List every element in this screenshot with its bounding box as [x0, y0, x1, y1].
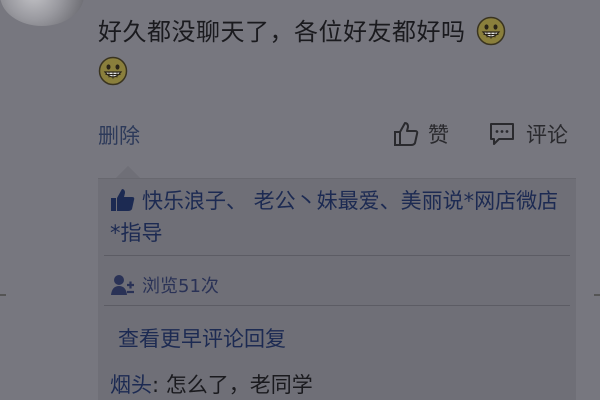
comment-separator: : [152, 373, 166, 397]
avatar[interactable] [0, 0, 84, 26]
detail-box-pointer [116, 166, 140, 178]
comment-label: 评论 [526, 123, 568, 147]
divider [104, 255, 570, 256]
grinning-face-emoji-icon [98, 56, 128, 86]
visitors-icon [111, 275, 134, 295]
liked-by-names: 快乐浪子、 老公丶妹最爱、美丽说*网店微店*指导 [110, 189, 559, 245]
comment-text: 怎么了，老同学 [165, 373, 313, 397]
liked-by-list[interactable]: 快乐浪子、 老公丶妹最爱、美丽说*网店微店*指导 [110, 185, 566, 249]
thumbs-up-icon [394, 122, 419, 146]
comment-author[interactable]: 烟头 [110, 373, 152, 397]
like-label: 赞 [428, 123, 449, 147]
comment-button[interactable]: 评论 [488, 118, 568, 150]
divider [104, 305, 570, 306]
like-button[interactable]: 赞 [392, 118, 449, 150]
post-emoji-line [98, 56, 128, 86]
edge-marker [0, 294, 6, 296]
post-action-row: 删除 赞 评论 [0, 116, 600, 152]
grinning-face-emoji-icon [476, 16, 505, 46]
post-text: 好久都没聊天了，各位好友都好吗 [98, 18, 466, 46]
comment-bubble-icon [490, 123, 514, 145]
view-count-label: 浏览51次 [142, 276, 219, 297]
thumbs-up-filled-icon [111, 189, 135, 211]
edge-marker [594, 294, 600, 296]
view-earlier-comments-link[interactable]: 查看更早评论回复 [118, 323, 286, 353]
screen: 好久都没聊天了，各位好友都好吗 删除 赞 评论 快乐浪子、 老公丶妹最爱、美丽说… [0, 0, 600, 400]
view-count: 浏览51次 [110, 271, 219, 299]
post-content: 好久都没聊天了，各位好友都好吗 [98, 14, 568, 50]
comment-item[interactable]: 烟头: 怎么了，老同学 [110, 369, 313, 399]
likes-and-comments-panel: 快乐浪子、 老公丶妹最爱、美丽说*网店微店*指导 浏览51次 查看更早评论回复 … [98, 178, 576, 400]
delete-button[interactable]: 删除 [98, 120, 140, 150]
